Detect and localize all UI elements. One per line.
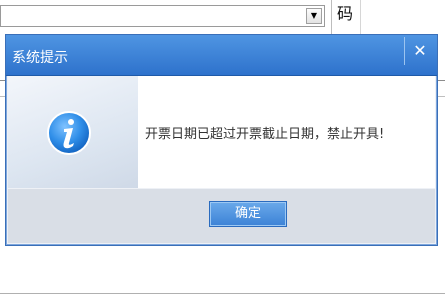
screen: ▼ 码 系统提示 ✕ 开票日期已超过开票截止日期，禁止开具! 确定 [0, 0, 445, 297]
ok-button[interactable]: 确定 [209, 201, 287, 227]
system-prompt-dialog: 系统提示 ✕ 开票日期已超过开票截止日期，禁止开具! 确定 [5, 34, 438, 246]
icon-panel [8, 76, 138, 188]
dialog-titlebar[interactable]: 系统提示 ✕ [6, 35, 437, 76]
dialog-content: 开票日期已超过开票截止日期，禁止开具! [8, 76, 435, 188]
dialog-message: 开票日期已超过开票截止日期，禁止开具! [145, 127, 385, 142]
dialog-title: 系统提示 [12, 50, 68, 66]
info-icon [47, 111, 91, 155]
close-button[interactable]: ✕ [404, 37, 435, 65]
close-icon: ✕ [413, 41, 427, 60]
table-border [0, 293, 445, 294]
code-label: 码 [337, 4, 354, 23]
background-dropdown[interactable]: ▼ [0, 5, 325, 27]
dialog-footer: 确定 [8, 189, 435, 243]
chevron-down-icon[interactable]: ▼ [306, 8, 322, 24]
